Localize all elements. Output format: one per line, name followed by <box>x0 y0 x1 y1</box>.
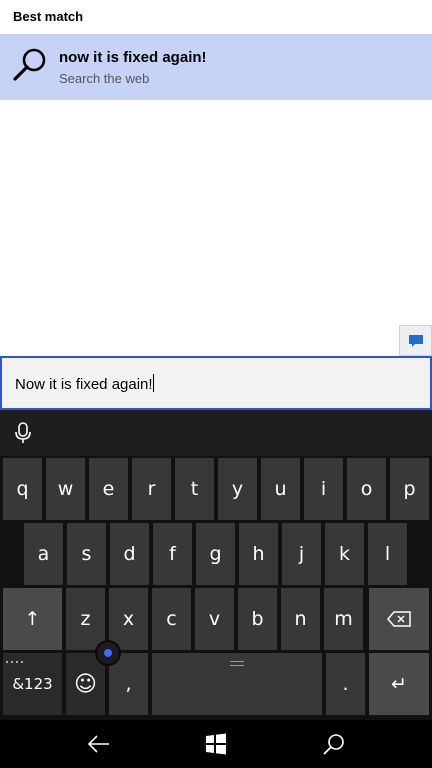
back-button[interactable] <box>85 730 113 758</box>
key-l[interactable]: l <box>368 523 407 585</box>
key-p[interactable]: p <box>390 458 429 520</box>
feedback-button[interactable] <box>399 325 432 356</box>
start-button[interactable] <box>202 730 230 758</box>
search-icon <box>13 48 46 81</box>
enter-key[interactable]: ↵ <box>369 653 429 715</box>
shift-key[interactable]: ↑ <box>3 588 62 650</box>
key-d[interactable]: d <box>110 523 149 585</box>
back-arrow-icon <box>87 735 109 753</box>
key-h[interactable]: h <box>239 523 278 585</box>
result-subtitle: Search the web <box>59 71 150 86</box>
windows-logo-icon <box>206 733 226 755</box>
search-input-text: Now it is fixed again! <box>15 376 153 393</box>
key-x[interactable]: x <box>109 588 148 650</box>
backspace-icon <box>387 611 411 627</box>
key-u[interactable]: u <box>261 458 300 520</box>
microphone-icon[interactable] <box>14 422 32 444</box>
section-header-best-match: Best match <box>13 9 84 24</box>
key-e[interactable]: e <box>89 458 128 520</box>
result-title: now it is fixed again! <box>59 49 207 66</box>
best-match-result[interactable]: now it is fixed again! Search the web <box>0 34 432 100</box>
key-y[interactable]: y <box>218 458 257 520</box>
period-key[interactable]: . <box>326 653 365 715</box>
key-z[interactable]: z <box>66 588 105 650</box>
key-t[interactable]: t <box>175 458 214 520</box>
key-f[interactable]: f <box>153 523 192 585</box>
key-a[interactable]: a <box>24 523 63 585</box>
emoji-icon: ☺ <box>74 671 97 697</box>
search-icon <box>323 734 344 755</box>
key-o[interactable]: o <box>347 458 386 520</box>
text-caret <box>152 374 154 392</box>
backspace-key[interactable] <box>369 588 429 650</box>
key-r[interactable]: r <box>132 458 171 520</box>
key-q[interactable]: q <box>3 458 42 520</box>
chat-feedback-icon <box>408 334 423 347</box>
key-j[interactable]: j <box>282 523 321 585</box>
key-b[interactable]: b <box>238 588 277 650</box>
more-options-indicator <box>6 661 23 663</box>
key-m[interactable]: m <box>324 588 363 650</box>
key-w[interactable]: w <box>46 458 85 520</box>
key-v[interactable]: v <box>195 588 234 650</box>
search-input[interactable]: Now it is fixed again! <box>0 356 432 410</box>
key-n[interactable]: n <box>281 588 320 650</box>
space-drag-handle <box>230 661 244 666</box>
key-c[interactable]: c <box>152 588 191 650</box>
key-g[interactable]: g <box>196 523 235 585</box>
search-button[interactable] <box>320 730 348 758</box>
keyboard-toolbar <box>0 410 432 456</box>
key-k[interactable]: k <box>325 523 364 585</box>
cursor-control-ball[interactable] <box>95 640 121 666</box>
key-i[interactable]: i <box>304 458 343 520</box>
on-screen-keyboard: q w e r t y u i o p a s d f g h j k l ↑ … <box>0 410 432 720</box>
key-s[interactable]: s <box>67 523 106 585</box>
navigation-bar <box>0 720 432 768</box>
